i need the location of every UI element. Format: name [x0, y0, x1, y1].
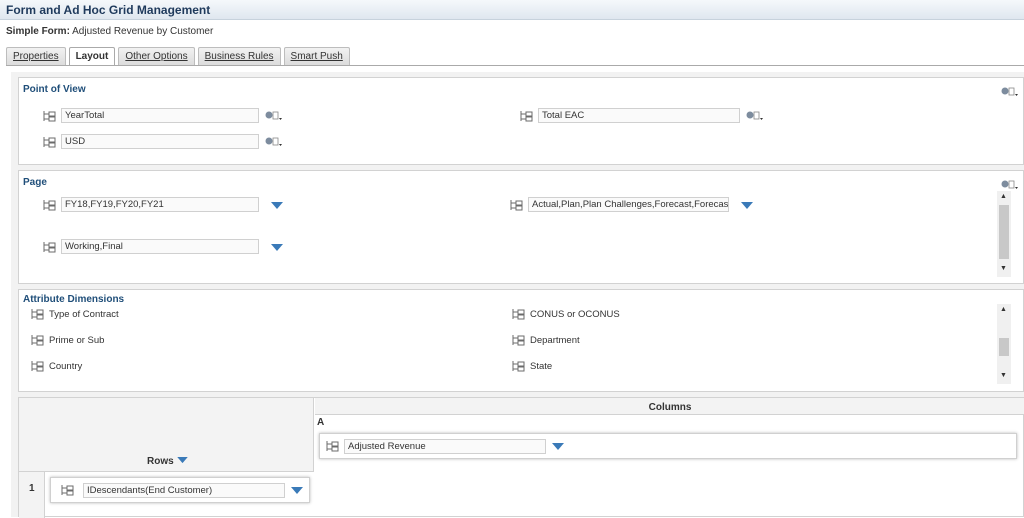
scroll-up-icon[interactable]: ▲	[1000, 193, 1007, 200]
form-name: Simple Form: Adjusted Revenue by Custome…	[6, 26, 213, 37]
pov-entity-field[interactable]: Total EAC	[538, 108, 740, 123]
dimension-icon	[31, 360, 45, 372]
row-member-field[interactable]: IDescendants(End Customer)	[83, 482, 285, 498]
attr-label: Type of Contract	[49, 308, 119, 320]
pov-title: Point of View	[23, 84, 86, 95]
pov-dim-currency: USD	[43, 134, 283, 149]
attr-prime-or-sub[interactable]: Prime or Sub	[31, 334, 104, 346]
dropdown-arrow-icon[interactable]	[741, 201, 753, 209]
rows-header: Rows	[147, 456, 188, 467]
dropdown-arrow-icon[interactable]	[552, 442, 564, 450]
dropdown-arrow-icon[interactable]	[271, 201, 283, 209]
attribute-section: Attribute Dimensions Type of Contract CO…	[18, 289, 1024, 392]
page-scenario-field[interactable]: Actual,Plan,Plan Challenges,Forecast,For…	[528, 197, 729, 212]
page-dim-years: FY18,FY19,FY20,FY21	[43, 197, 283, 212]
member-selector-icon[interactable]	[265, 136, 283, 148]
page-dim-version: Working,Final	[43, 239, 283, 254]
attribute-scrollbar[interactable]: ▲ ▼	[997, 304, 1011, 384]
tab-bar: Properties Layout Other Options Business…	[6, 47, 353, 66]
tab-other-options[interactable]: Other Options	[118, 47, 195, 65]
row-number: 1	[19, 472, 45, 518]
tab-divider	[6, 65, 1024, 66]
tab-business-rules[interactable]: Business Rules	[197, 47, 281, 65]
attr-label: Country	[49, 360, 83, 372]
dimension-icon	[43, 110, 57, 122]
column-member-cell[interactable]: Adjusted Revenue	[319, 433, 1017, 459]
attr-label: Prime or Sub	[49, 334, 105, 346]
rows-label: Rows	[147, 456, 174, 467]
page-section: Page FY18,FY19,FY20,FY21 Actual,Plan,Pla…	[18, 170, 1024, 284]
dimension-icon	[510, 199, 524, 211]
dimension-icon	[61, 484, 75, 496]
dimension-icon	[512, 308, 526, 320]
column-id: A	[317, 417, 325, 428]
pov-section: Point of View YearTotal Total EAC USD	[18, 77, 1024, 165]
dimension-icon	[43, 199, 57, 211]
page-version-field[interactable]: Working,Final	[61, 239, 259, 254]
member-selector-icon[interactable]	[265, 110, 283, 122]
window-title: Form and Ad Hoc Grid Management	[0, 0, 1024, 20]
scroll-down-icon[interactable]: ▼	[1000, 265, 1007, 272]
column-member-field[interactable]: Adjusted Revenue	[344, 438, 546, 454]
dimension-icon	[326, 440, 340, 452]
tab-layout[interactable]: Layout	[68, 47, 116, 66]
columns-header: Columns	[315, 398, 1024, 415]
row-member-cell[interactable]: IDescendants(End Customer)	[50, 477, 310, 503]
page-scrollbar[interactable]: ▲ ▼	[997, 191, 1011, 277]
dimension-icon	[31, 334, 45, 346]
attr-conus-or-oconus[interactable]: CONUS or OCONUS	[512, 308, 620, 320]
form-type-label: Simple Form:	[6, 26, 70, 37]
grid-layout: Columns A Adjusted Revenue Rows 1 IDesce…	[18, 397, 1024, 518]
dimension-icon	[43, 241, 57, 253]
scroll-thumb[interactable]	[999, 338, 1009, 356]
rows-dropdown-icon[interactable]	[176, 456, 188, 467]
page-title: Page	[23, 177, 47, 188]
attr-type-of-contract[interactable]: Type of Contract	[31, 308, 119, 320]
dimension-icon	[512, 334, 526, 346]
attr-country[interactable]: Country	[31, 360, 82, 372]
attr-label: State	[530, 360, 553, 372]
pov-currency-field[interactable]: USD	[61, 134, 259, 149]
dimension-icon	[512, 360, 526, 372]
member-selector-icon[interactable]	[746, 110, 764, 122]
page-member-selector-icon[interactable]	[1001, 179, 1019, 191]
scroll-down-icon[interactable]: ▼	[1000, 372, 1007, 379]
scroll-thumb[interactable]	[999, 205, 1009, 259]
dimension-icon	[31, 308, 45, 320]
page-dim-scenario: Actual,Plan,Plan Challenges,Forecast,For…	[510, 197, 753, 212]
dimension-icon	[520, 110, 534, 122]
attr-state[interactable]: State	[512, 360, 552, 372]
scroll-up-icon[interactable]: ▲	[1000, 306, 1007, 313]
form-name-value: Adjusted Revenue by Customer	[72, 26, 214, 37]
layout-panel: Point of View YearTotal Total EAC USD Pa…	[11, 72, 1024, 518]
tab-properties[interactable]: Properties	[6, 47, 66, 65]
attr-label: Department	[530, 334, 580, 346]
pov-dim-entity: Total EAC	[520, 108, 764, 123]
page-years-field[interactable]: FY18,FY19,FY20,FY21	[61, 197, 259, 212]
dimension-icon	[43, 136, 57, 148]
pov-dim-year: YearTotal	[43, 108, 283, 123]
dropdown-arrow-icon[interactable]	[271, 243, 283, 251]
attribute-title: Attribute Dimensions	[23, 294, 125, 305]
dropdown-arrow-icon[interactable]	[291, 486, 303, 494]
pov-member-selector-icon[interactable]	[1001, 86, 1019, 98]
attr-label: CONUS or OCONUS	[530, 308, 620, 320]
tab-smart-push[interactable]: Smart Push	[283, 47, 350, 65]
attr-department[interactable]: Department	[512, 334, 580, 346]
pov-year-field[interactable]: YearTotal	[61, 108, 259, 123]
